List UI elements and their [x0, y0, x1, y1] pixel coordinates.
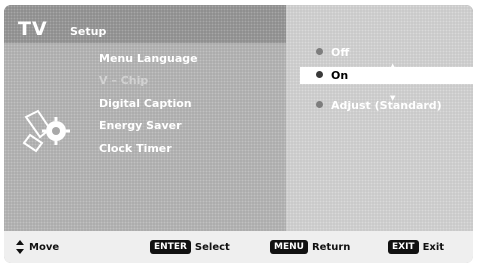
option-off-label: Off: [331, 46, 350, 59]
up-arrow-icon: ▲: [390, 62, 396, 70]
option-adjust-label: Adjust (Standard): [331, 99, 442, 112]
radio-dot-icon: [316, 101, 323, 108]
menu-item-menu-language[interactable]: Menu Language: [99, 52, 198, 65]
enter-key: ENTER: [150, 240, 191, 254]
tv-osd-screen: TV Setup Menu Language V – Chip Digital …: [4, 5, 473, 263]
option-on-label: On: [331, 69, 349, 82]
menu-item-v-chip[interactable]: V – Chip: [99, 74, 148, 87]
setup-menu: Menu Language V – Chip Digital Caption E…: [4, 43, 286, 231]
options-panel: Off ◀ On ▲ ▼ Adjust (Standard): [286, 5, 473, 231]
select-label: Select: [194, 241, 230, 253]
tv-label: TV: [18, 18, 48, 40]
section-title: Setup: [70, 25, 107, 38]
menu-item-digital-caption[interactable]: Digital Caption: [99, 97, 192, 110]
menu-item-clock-timer[interactable]: Clock Timer: [99, 142, 172, 155]
setup-icon: [22, 109, 70, 153]
option-adjust[interactable]: Adjust (Standard): [316, 99, 442, 112]
footer-return[interactable]: MENU Return: [270, 231, 350, 263]
footer-exit[interactable]: EXIT Exit: [388, 231, 444, 263]
footer-select[interactable]: ENTER Select: [150, 231, 230, 263]
return-label: Return: [311, 241, 351, 253]
up-down-arrows-icon: [16, 240, 24, 254]
osd-footer: Move ENTER Select MENU Return EXIT Exit: [4, 231, 473, 263]
move-label: Move: [29, 241, 60, 253]
exit-key: EXIT: [388, 240, 419, 254]
footer-move: Move: [16, 231, 59, 263]
option-off[interactable]: Off: [316, 46, 349, 59]
exit-label: Exit: [422, 241, 445, 253]
radio-dot-icon: [316, 71, 323, 78]
option-on[interactable]: ◀ On: [300, 67, 473, 84]
left-arrow-icon: ◀: [301, 72, 307, 80]
menu-key: MENU: [270, 240, 308, 254]
menu-item-energy-saver[interactable]: Energy Saver: [99, 119, 182, 132]
radio-dot-icon: [316, 48, 323, 55]
